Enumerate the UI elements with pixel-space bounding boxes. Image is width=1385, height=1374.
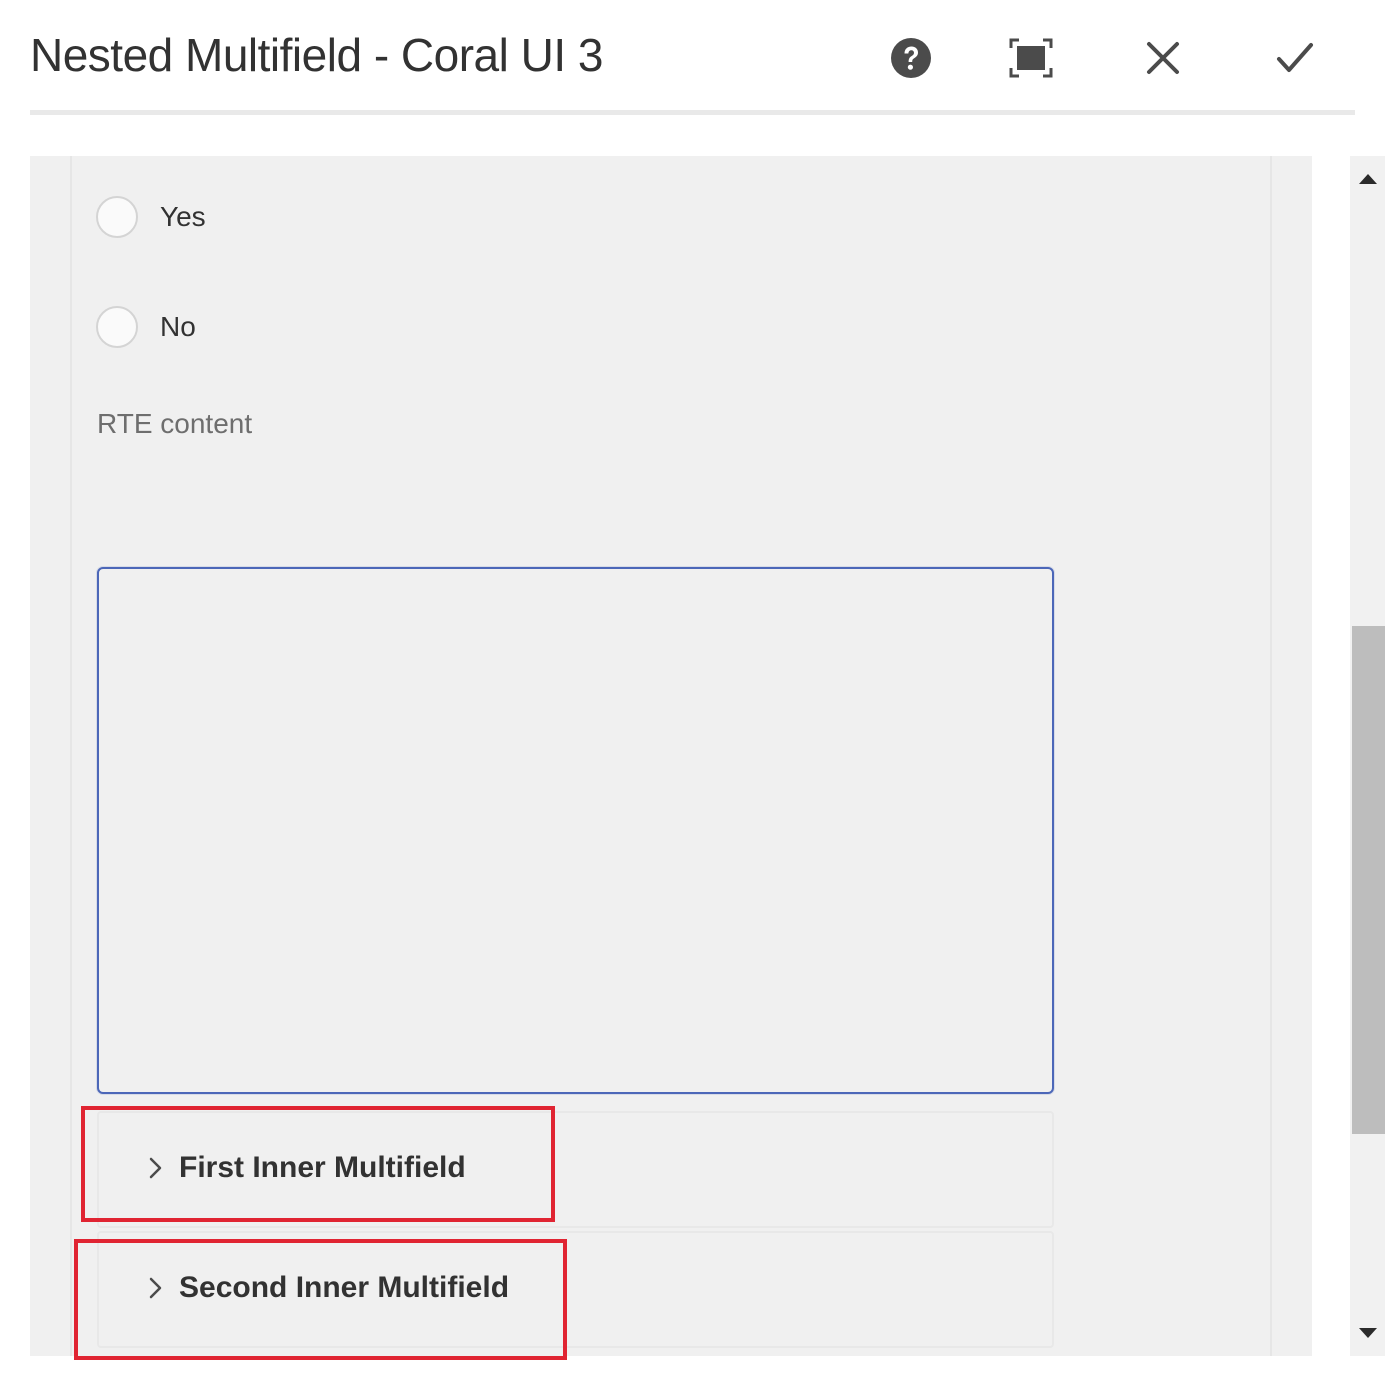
- radio-button[interactable]: [96, 196, 138, 238]
- radio-label: No: [160, 311, 196, 342]
- scroll-down-arrow-icon[interactable]: [1359, 1328, 1377, 1338]
- rte-editor[interactable]: [97, 567, 1054, 1094]
- vertical-scrollbar[interactable]: [1350, 156, 1385, 1356]
- scroll-up-arrow-icon[interactable]: [1359, 174, 1377, 184]
- scrollbar-thumb[interactable]: [1352, 626, 1385, 1134]
- radio-option-yes[interactable]: Yes: [96, 196, 206, 238]
- fullscreen-icon: [1009, 38, 1053, 78]
- cancel-button[interactable]: [1135, 30, 1191, 86]
- accordion-first-inner-multifield[interactable]: First Inner Multifield: [97, 1111, 1054, 1228]
- help-button[interactable]: [883, 30, 939, 86]
- accordion-label: Second Inner Multifield: [179, 1271, 510, 1304]
- close-icon: [1147, 42, 1179, 74]
- radio-button[interactable]: [96, 306, 138, 348]
- header-divider: [30, 110, 1355, 115]
- rte-label: RTE content: [97, 408, 253, 439]
- checkmark-icon: [1277, 43, 1313, 72]
- done-button[interactable]: [1267, 30, 1323, 86]
- accordion-second-inner-multifield[interactable]: Second Inner Multifield: [97, 1231, 1054, 1348]
- radio-label: Yes: [160, 201, 206, 232]
- chevron-right-icon: [149, 1277, 162, 1299]
- fullscreen-button[interactable]: [1003, 30, 1059, 86]
- accordion-label: First Inner Multifield: [179, 1151, 466, 1184]
- chevron-right-icon: [149, 1157, 162, 1179]
- dialog-content: Yes No RTE content First Inner Multifiel…: [30, 156, 1312, 1356]
- dialog-title: Nested Multifield - Coral UI 3: [30, 29, 603, 81]
- help-icon: [891, 38, 931, 78]
- radio-option-no[interactable]: No: [96, 306, 196, 348]
- dialog-header: Nested Multifield - Coral UI 3: [0, 0, 1385, 116]
